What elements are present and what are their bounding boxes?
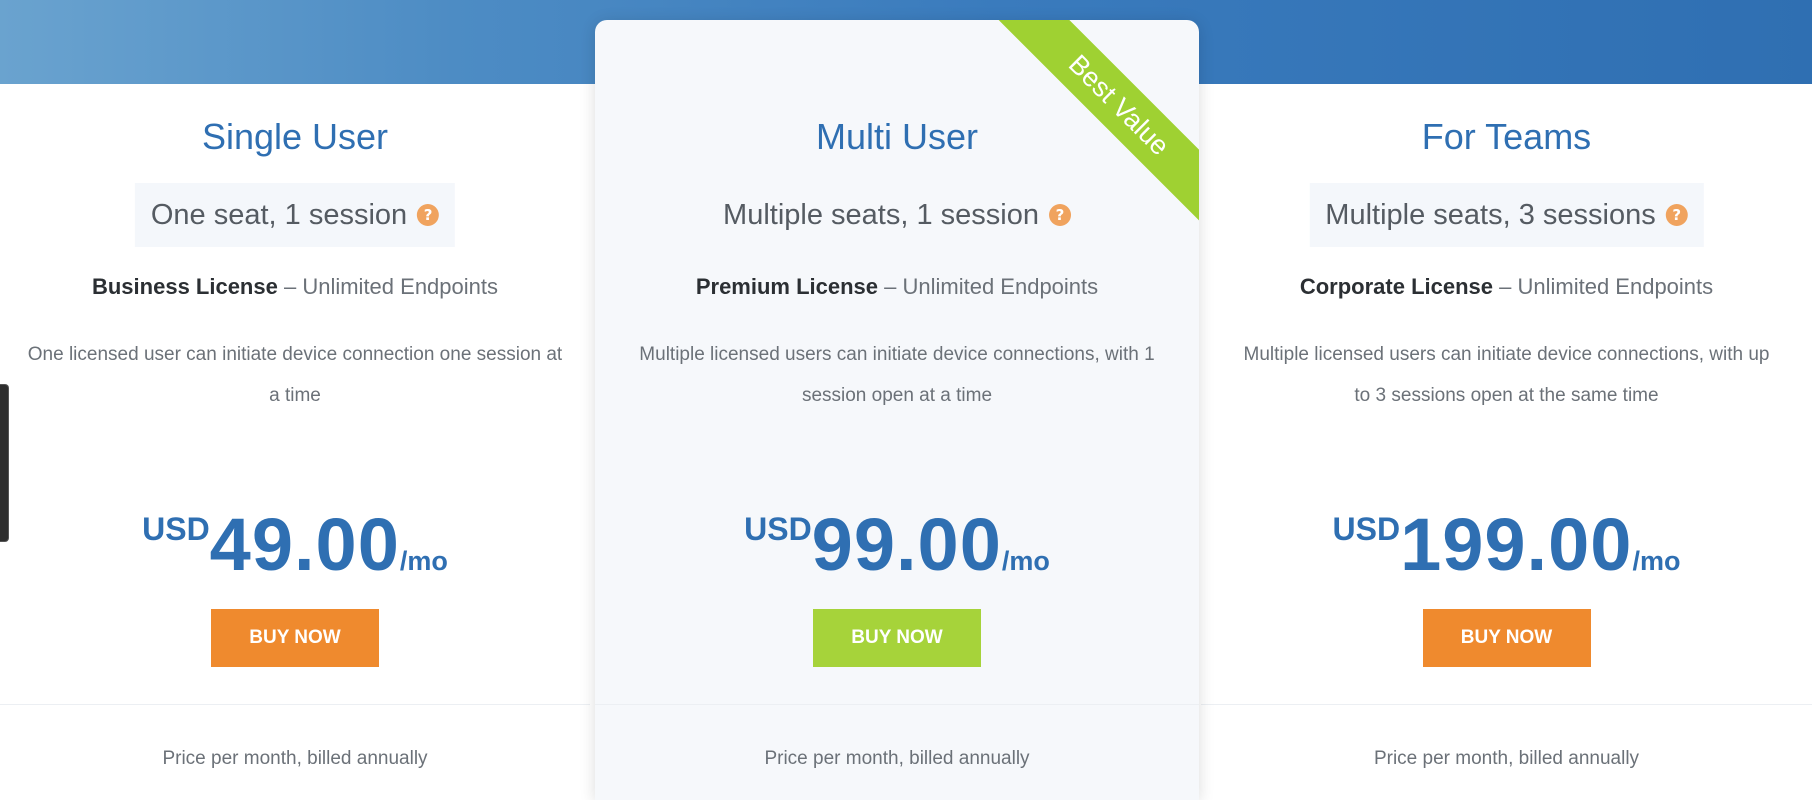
price-currency: USD: [142, 511, 210, 547]
divider: [1201, 704, 1812, 705]
seats-badge: Multiple seats, 3 sessions ?: [1309, 183, 1704, 247]
price-period: /mo: [399, 546, 448, 576]
license-line: Business License – Unlimited Endpoints: [0, 274, 590, 300]
license-suffix: – Unlimited Endpoints: [884, 274, 1099, 299]
price-period: /mo: [1632, 546, 1681, 576]
price-amount: 99.00: [811, 503, 1002, 586]
plan-description: Multiple licensed users can initiate dev…: [1243, 344, 1770, 406]
plan-price: USD199.00/mo: [1201, 502, 1812, 587]
plan-price: USD99.00/mo: [595, 502, 1199, 587]
billing-note: Price per month, billed annually: [1373, 748, 1640, 769]
plan-card-single-user: Single User One seat, 1 session ? Busine…: [0, 84, 590, 800]
buy-now-button[interactable]: BUY NOW: [813, 609, 981, 667]
license-suffix: – Unlimited Endpoints: [283, 274, 498, 299]
seats-badge: Multiple seats, 1 session ?: [707, 183, 1087, 247]
divider: [0, 704, 590, 705]
side-scroll-handle[interactable]: [0, 384, 9, 542]
price-currency: USD: [1332, 511, 1401, 547]
license-name: Business License: [91, 274, 278, 299]
billing-note: Price per month, billed annually: [162, 748, 428, 769]
plan-title: Single User: [201, 116, 389, 157]
help-icon[interactable]: ?: [1665, 204, 1688, 226]
license-name: Corporate License: [1299, 274, 1494, 299]
plan-title: For Teams: [1421, 116, 1592, 157]
license-suffix: – Unlimited Endpoints: [1499, 274, 1714, 299]
price-amount: 199.00: [1400, 503, 1633, 586]
help-icon[interactable]: ?: [417, 204, 440, 226]
price-currency: USD: [744, 511, 812, 547]
help-icon[interactable]: ?: [1048, 204, 1071, 226]
price-period: /mo: [1001, 546, 1050, 576]
price-amount: 49.00: [209, 503, 400, 586]
plan-card-multi-user: Best Value Multi User Multiple seats, 1 …: [595, 20, 1199, 800]
plan-description: One licensed user can initiate device co…: [27, 344, 563, 406]
billing-note: Price per month, billed annually: [764, 748, 1030, 769]
divider: [595, 704, 1199, 705]
plan-description: Multiple licensed users can initiate dev…: [639, 344, 1155, 406]
plan-price: USD49.00/mo: [0, 502, 590, 587]
seats-badge: One seat, 1 session ?: [134, 183, 456, 247]
license-line: Premium License – Unlimited Endpoints: [595, 274, 1199, 300]
license-line: Corporate License – Unlimited Endpoints: [1201, 274, 1812, 300]
buy-now-button[interactable]: BUY NOW: [1422, 609, 1591, 667]
buy-now-button[interactable]: BUY NOW: [211, 609, 379, 667]
seats-text: One seat, 1 session: [150, 198, 408, 231]
license-name: Premium License: [695, 274, 879, 299]
plan-title: Multi User: [815, 116, 979, 157]
seats-text: Multiple seats, 1 session: [723, 198, 1039, 231]
plan-card-for-teams: For Teams Multiple seats, 3 sessions ? C…: [1201, 84, 1812, 800]
seats-text: Multiple seats, 3 sessions: [1325, 198, 1656, 231]
